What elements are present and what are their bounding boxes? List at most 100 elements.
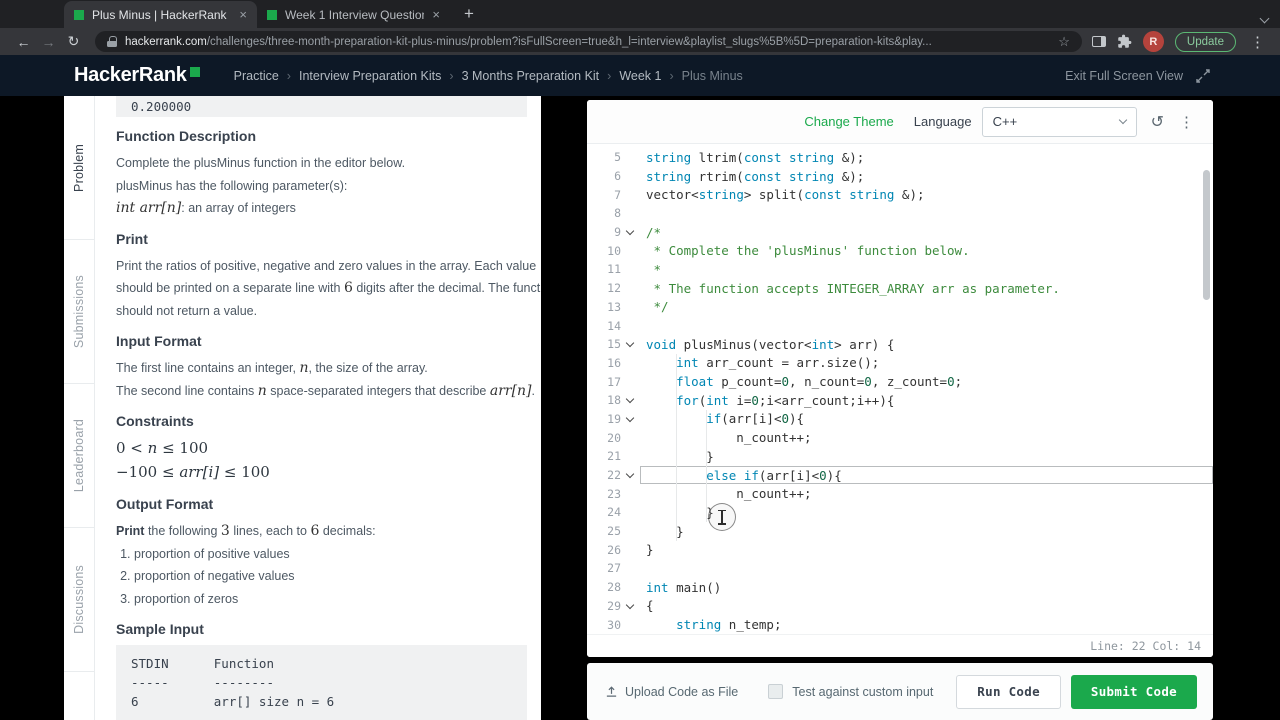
exit-fullscreen-label[interactable]: Exit Full Screen View (1065, 69, 1183, 83)
code-line[interactable]: 15 void plusMinus(vector<int> arr) { (587, 335, 1213, 354)
language-select[interactable]: C++ (981, 106, 1137, 137)
code-token: string (789, 168, 835, 184)
sidebar-tab-leaderboard[interactable]: Leaderboard (64, 384, 94, 528)
sidebar-tab-problem[interactable]: Problem (64, 96, 94, 240)
code-token: string (849, 187, 895, 203)
run-code-button[interactable]: Run Code (956, 674, 1061, 709)
code-token: vector< (646, 187, 699, 203)
breadcrumb-item[interactable]: 3 Months Preparation Kit (462, 69, 600, 83)
extensions-puzzle-icon[interactable] (1117, 34, 1132, 49)
hackerrank-logo[interactable]: HackerRank (74, 64, 200, 87)
fold-icon[interactable] (621, 413, 638, 423)
line-number: 30 (607, 617, 621, 632)
code-line[interactable]: 20 n_count++; (587, 428, 1213, 447)
code-line[interactable]: 5 string ltrim(const string &); (587, 148, 1213, 167)
code-line[interactable]: 23 n_count++; (587, 484, 1213, 503)
fold-icon[interactable] (621, 226, 638, 236)
code-line[interactable]: 21 } (587, 447, 1213, 466)
code-token: i= (728, 392, 752, 408)
code-line[interactable]: 26} (587, 540, 1213, 559)
editor-menu-icon[interactable]: ⋮ (1176, 113, 1197, 131)
line-number: 16 (607, 355, 621, 370)
browser-menu-icon[interactable]: ⋮ (1247, 33, 1268, 51)
line-number: 20 (607, 430, 621, 445)
restore-code-icon[interactable]: ↺ (1151, 112, 1164, 132)
code-line[interactable]: 22 else if(arr[i]<0){ (587, 465, 1213, 485)
sidebar-tab-discussions[interactable]: Discussions (64, 528, 94, 672)
text-run: the following (144, 524, 221, 538)
code-line[interactable]: 25 } (587, 522, 1213, 541)
tab-search-icon[interactable] (1259, 9, 1270, 27)
code-line[interactable]: 30 string n_temp; (587, 615, 1213, 634)
text-run: int arr[n] (116, 200, 182, 216)
breadcrumb-item[interactable]: Interview Preparation Kits (299, 69, 441, 83)
code-line[interactable]: 27 (587, 559, 1213, 578)
fullscreen-toggle-icon[interactable] (1196, 68, 1210, 83)
code-line[interactable]: 8 (587, 204, 1213, 223)
browser-tab[interactable]: Week 1 Interview Questions | H × (257, 1, 450, 28)
lock-icon[interactable] (107, 36, 117, 47)
profile-avatar[interactable]: R (1142, 31, 1164, 52)
line-number: 6 (614, 169, 621, 184)
code-line[interactable]: 16 int arr_count = arr.size(); (587, 354, 1213, 373)
code-line[interactable]: 12 * The function accepts INTEGER_ARRAY … (587, 279, 1213, 298)
bookmark-star-icon[interactable]: ☆ (1058, 34, 1070, 50)
code-line[interactable]: 28 int main() (587, 578, 1213, 597)
code-line[interactable]: 17 float p_count=0, n_count=0, z_count=0… (587, 372, 1213, 391)
code-line[interactable]: 6 string rtrim(const string &); (587, 167, 1213, 186)
code-token: else (706, 467, 737, 483)
chevron-down-icon (1259, 13, 1270, 24)
fold-icon[interactable] (621, 600, 638, 610)
line-number: 8 (614, 206, 621, 221)
code-line[interactable]: 9 /* (587, 223, 1213, 242)
code-line[interactable]: 18 for(int i=0;i<arr_count;i++){ (587, 391, 1213, 410)
chevron-down-icon (625, 395, 634, 404)
chrome-update-button[interactable]: Update (1174, 31, 1236, 52)
breadcrumb-item[interactable]: Week 1 (619, 69, 661, 83)
editor-scrollbar[interactable] (1203, 170, 1210, 300)
text-run: Complete the plusMinus function in the e… (116, 156, 406, 170)
breadcrumb-item[interactable]: Plus Minus (682, 69, 743, 83)
section-heading: Sample Input (116, 621, 204, 637)
code-line[interactable]: 19 if(arr[i]<0){ (587, 410, 1213, 429)
tab-strip-tabs: Plus Minus | HackerRank × Week 1 Interview… (64, 0, 450, 28)
sidebar-tab-submissions[interactable]: Submissions (64, 240, 94, 384)
forward-icon[interactable]: → (37, 30, 60, 53)
code-line[interactable]: 13 */ (587, 298, 1213, 317)
line-number: 17 (607, 374, 621, 389)
tab-close-icon[interactable]: × (432, 7, 440, 22)
change-theme-link[interactable]: Change Theme (804, 114, 893, 129)
address-bar[interactable]: hackerrank.com/challenges/three-month-pr… (95, 31, 1082, 52)
code-line[interactable]: 29 { (587, 597, 1213, 616)
chevron-down-icon (625, 413, 634, 423)
side-panel-icon[interactable] (1091, 36, 1106, 47)
upload-code-button[interactable]: Upload Code as File (605, 685, 738, 699)
code-editor[interactable]: 5 string ltrim(const string &); 6 string rt… (587, 144, 1213, 634)
custom-input-checkbox[interactable] (768, 684, 784, 699)
tab-close-icon[interactable]: × (239, 7, 247, 22)
code-line[interactable]: 10 * Complete the 'plusMinus' function b… (587, 241, 1213, 260)
breadcrumb: Practice › Interview Preparation Kits › 3 Mo… (234, 69, 743, 83)
chevron-down-icon (625, 226, 634, 236)
code-line[interactable]: 11 * (587, 260, 1213, 279)
code-token: float (676, 374, 714, 390)
custom-input-toggle[interactable]: Test against custom input (768, 684, 933, 699)
reload-icon[interactable]: ↻ (62, 30, 85, 53)
fold-icon[interactable] (621, 338, 638, 348)
new-tab-button[interactable]: + (456, 1, 482, 27)
code-line[interactable]: 14 (587, 316, 1213, 335)
code-line[interactable]: 24 } (587, 503, 1213, 522)
back-icon[interactable]: ← (12, 30, 35, 53)
code-token: } (646, 448, 714, 464)
browser-tab[interactable]: Plus Minus | HackerRank × (64, 1, 257, 28)
problem-content: 0.200000 Function Description Complete the… (95, 96, 541, 720)
code-line[interactable]: 7 vector<string> split(const string &); (587, 185, 1213, 204)
fold-icon[interactable] (621, 395, 638, 404)
submit-code-button[interactable]: Submit Code (1070, 674, 1197, 709)
fold-icon[interactable] (621, 469, 638, 479)
breadcrumb-item[interactable]: Practice (234, 69, 279, 83)
line-number: 12 (607, 281, 621, 296)
code-lines: 5 string ltrim(const string &); 6 string rt… (587, 148, 1213, 634)
